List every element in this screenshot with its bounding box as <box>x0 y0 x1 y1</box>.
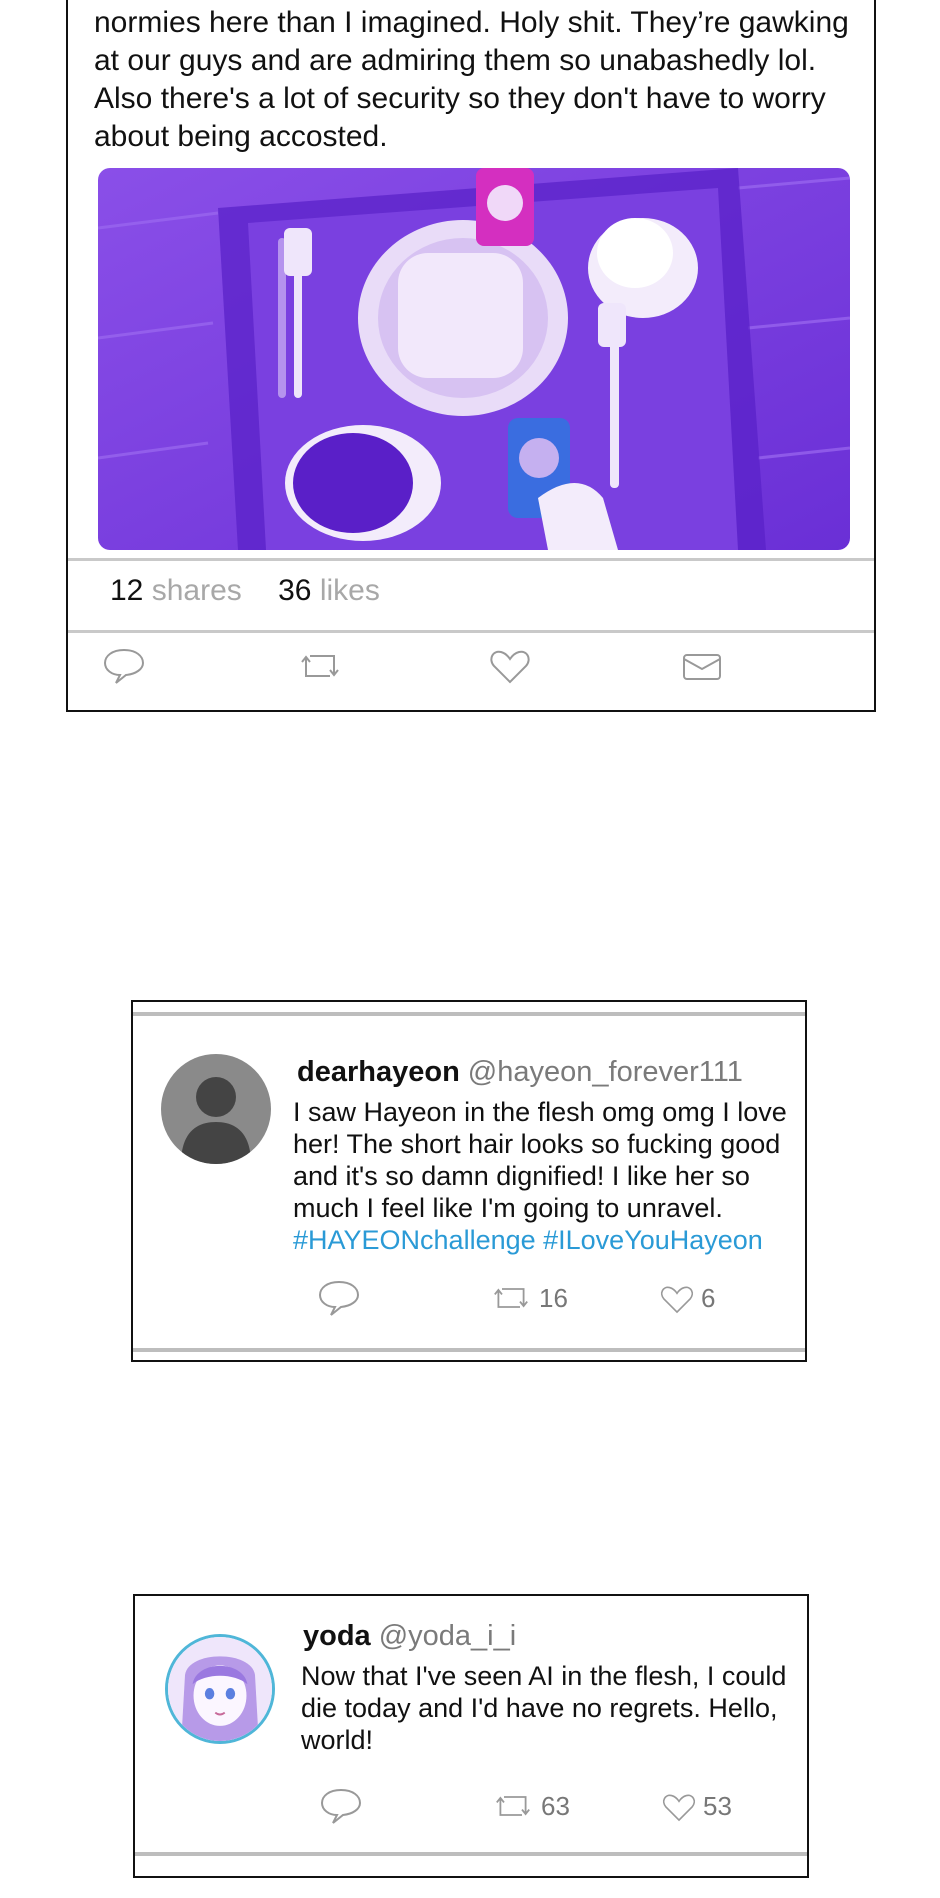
user-handle[interactable]: @yoda_i_i <box>379 1620 516 1652</box>
likes-label: likes <box>319 574 380 607</box>
retweet-button[interactable] <box>298 646 342 686</box>
display-name[interactable]: dearhayeon <box>297 1056 460 1088</box>
retweet-count: 16 <box>539 1283 568 1313</box>
heart-icon <box>490 650 530 684</box>
post-stats: 12 shares 36 likes <box>110 574 408 608</box>
comment-button[interactable] <box>319 1786 363 1826</box>
post-image[interactable] <box>98 168 850 550</box>
user-handle[interactable]: @hayeon_forever111 <box>468 1056 743 1088</box>
avatar[interactable] <box>165 1634 275 1744</box>
comment-button[interactable] <box>102 646 146 686</box>
like-button[interactable] <box>661 1790 697 1824</box>
divider <box>133 1012 805 1016</box>
message-icon <box>683 654 721 680</box>
divider <box>68 630 874 633</box>
avatar[interactable] <box>161 1054 271 1164</box>
likes-count: 36 <box>278 574 312 607</box>
message-button[interactable] <box>680 646 724 686</box>
divider <box>135 1852 807 1856</box>
divider <box>133 1348 805 1352</box>
action-bar <box>68 646 874 696</box>
shares-label: shares <box>151 574 242 607</box>
post-body: I saw Hayeon in the flesh omg omg I love… <box>293 1096 793 1256</box>
hashtags[interactable]: #HAYEONchallenge #ILoveYouHayeon <box>293 1225 763 1255</box>
retweet-icon <box>301 655 339 677</box>
retweet-button[interactable] <box>493 1788 533 1824</box>
comment-icon <box>318 1280 360 1316</box>
retweet-button[interactable] <box>491 1280 531 1316</box>
post-card-3: yoda @yoda_i_i Now that I've seen AI in t… <box>133 1594 809 1878</box>
post-text: Now that I've seen AI in the flesh, I co… <box>301 1661 787 1755</box>
default-avatar-icon <box>161 1054 271 1164</box>
table-setting-illustration <box>98 168 850 550</box>
like-button[interactable] <box>488 646 532 686</box>
post-text: normies here than I imagined. Holy shit.… <box>94 6 849 153</box>
post-card-1: normies here than I imagined. Holy shit.… <box>66 0 876 712</box>
user-line: dearhayeon @hayeon_forever111 <box>297 1056 743 1089</box>
comment-icon <box>320 1788 362 1824</box>
like-button[interactable] <box>659 1282 695 1316</box>
like-count: 53 <box>703 1791 732 1821</box>
display-name[interactable]: yoda <box>303 1620 371 1652</box>
anime-avatar-icon <box>168 1637 272 1741</box>
post-text: I saw Hayeon in the flesh omg omg I love… <box>293 1097 787 1223</box>
user-line: yoda @yoda_i_i <box>303 1620 516 1653</box>
heart-icon <box>662 1794 696 1822</box>
comment-icon <box>103 648 145 684</box>
heart-icon <box>660 1286 694 1314</box>
post-card-2: dearhayeon @hayeon_forever111 I saw Hayeo… <box>131 1000 807 1362</box>
retweet-icon <box>494 1288 528 1308</box>
shares-count: 12 <box>110 574 144 607</box>
retweet-icon <box>496 1796 530 1816</box>
post-body: Now that I've seen AI in the flesh, I co… <box>301 1660 791 1756</box>
divider <box>68 558 874 561</box>
retweet-count: 63 <box>541 1791 570 1821</box>
like-count: 6 <box>701 1283 716 1313</box>
comment-button[interactable] <box>317 1278 361 1318</box>
